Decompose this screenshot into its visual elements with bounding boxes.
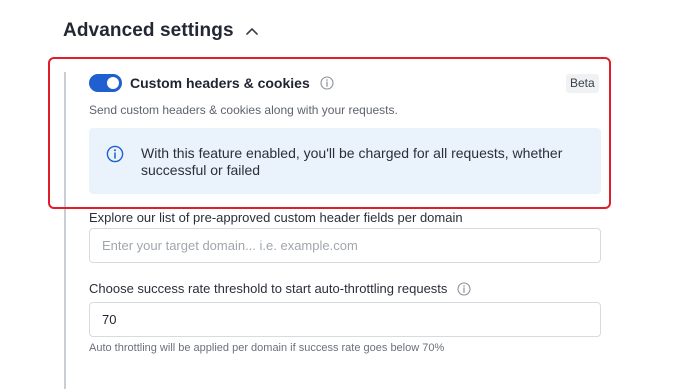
notice-text: With this feature enabled, you'll be cha… xyxy=(141,145,563,178)
info-circle-icon[interactable] xyxy=(457,281,471,296)
threshold-label-text: Choose success rate threshold to start a… xyxy=(89,281,448,296)
domain-search-input[interactable] xyxy=(89,228,601,263)
info-circle-icon xyxy=(106,145,124,163)
beta-badge: Beta xyxy=(566,74,599,93)
charge-notice: With this feature enabled, you'll be cha… xyxy=(89,128,601,194)
domain-lookup-label-text: Explore our list of pre-approved custom … xyxy=(89,210,463,225)
advanced-settings-header[interactable]: Advanced settings xyxy=(63,20,260,42)
custom-headers-row: Custom headers & cookies xyxy=(89,74,334,92)
custom-headers-toggle[interactable] xyxy=(89,74,122,92)
info-circle-icon[interactable] xyxy=(320,76,334,90)
domain-lookup-label: Explore our list of pre-approved custom … xyxy=(89,210,463,225)
chevron-up-icon[interactable] xyxy=(244,23,260,39)
toggle-knob xyxy=(107,77,119,89)
threshold-label: Choose success rate threshold to start a… xyxy=(89,281,471,296)
throttling-caption: Auto throttling will be applied per doma… xyxy=(89,342,445,354)
threshold-input[interactable] xyxy=(89,302,601,337)
section-title: Advanced settings xyxy=(63,20,234,41)
custom-headers-label: Custom headers & cookies xyxy=(130,75,310,91)
custom-headers-helper: Send custom headers & cookies along with… xyxy=(89,103,398,117)
